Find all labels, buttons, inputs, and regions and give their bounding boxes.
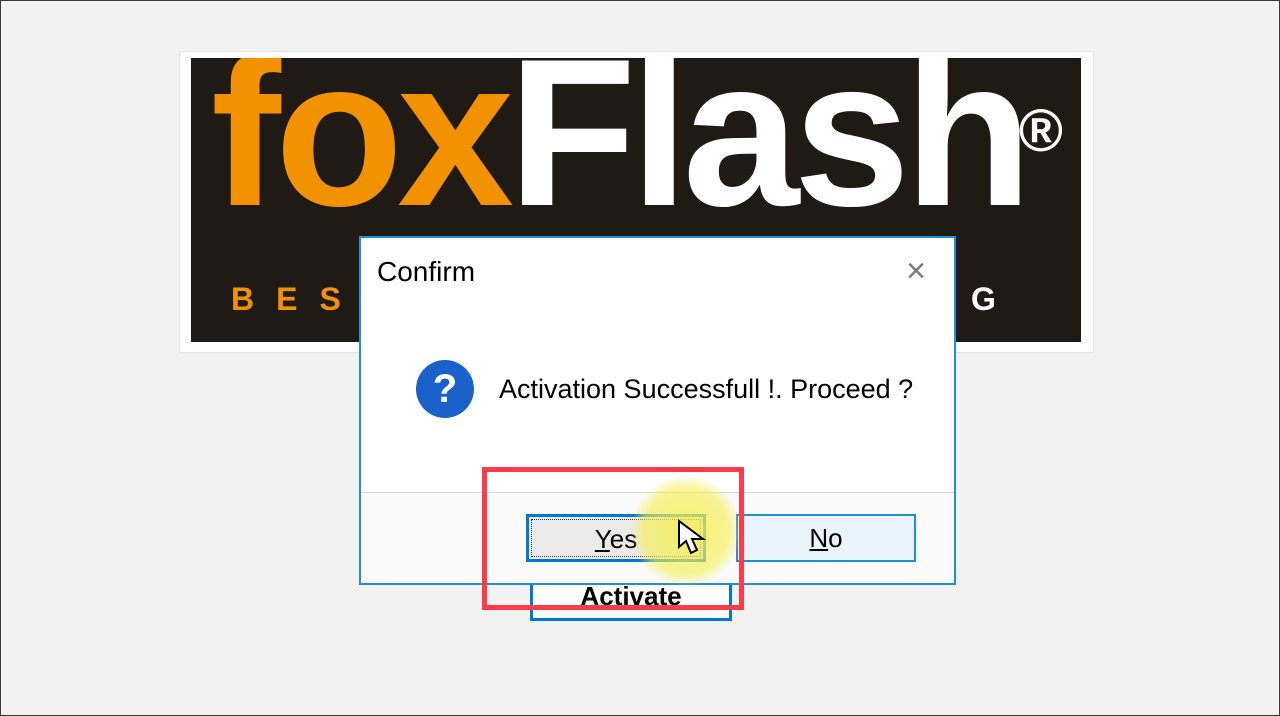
close-icon[interactable]: × xyxy=(896,252,936,292)
dialog-footer: Yes No xyxy=(361,492,954,583)
activate-label: Activate xyxy=(580,581,681,611)
logo-text: foxFlash xyxy=(211,58,1026,238)
dialog-message: Activation Successfull !. Proceed ? xyxy=(499,374,913,405)
logo-flash: Flash xyxy=(508,58,1026,250)
no-label: No xyxy=(809,523,842,553)
logo-fox: fox xyxy=(211,58,508,250)
no-button[interactable]: No xyxy=(736,514,916,562)
confirm-dialog: Confirm × ? Activation Successfull !. Pr… xyxy=(359,236,956,585)
dialog-title: Confirm xyxy=(377,256,475,288)
tagline-right: G xyxy=(971,281,1018,318)
app-window: foxFlash ® BESP G Activate Confirm × ? A… xyxy=(0,0,1280,716)
yes-label: Yes xyxy=(595,524,637,554)
yes-button[interactable]: Yes xyxy=(526,514,706,562)
question-icon: ? xyxy=(416,360,474,418)
registered-mark: ® xyxy=(1019,96,1063,165)
